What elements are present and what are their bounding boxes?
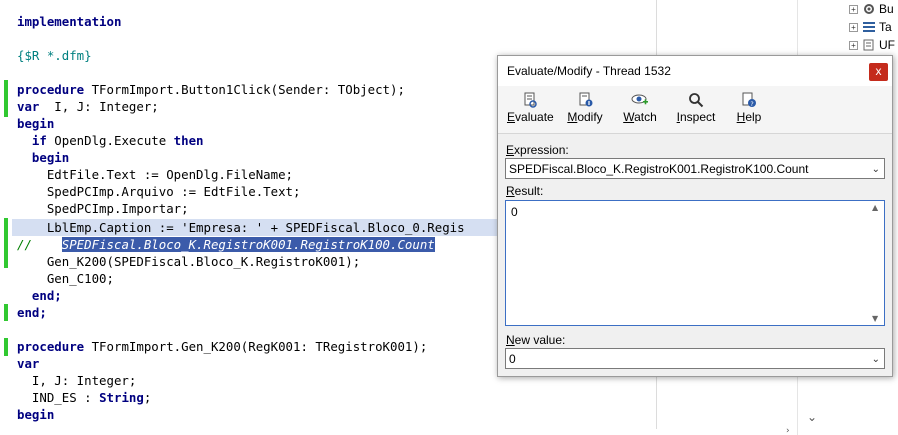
change-marker — [4, 80, 8, 117]
structure-item-label: UF — [879, 38, 895, 52]
modify-button[interactable]: Modify — [565, 92, 605, 130]
structure-item[interactable]: + Bu — [827, 0, 894, 18]
expression-label: Expression: — [506, 143, 569, 157]
svg-text:?: ? — [750, 100, 753, 108]
watch-button[interactable]: Watch — [620, 92, 660, 130]
code-line: Gen_K200(SPEDFiscal.Bloco_K.RegistroK001… — [17, 254, 361, 269]
inspect-icon — [689, 93, 704, 108]
unit-icon — [863, 39, 874, 51]
help-icon: ? — [742, 92, 756, 108]
code-line: end; — [17, 288, 62, 303]
code-line: procedure TFormImport.Button1Click(Sende… — [17, 82, 405, 97]
code-line: implementation — [17, 14, 122, 29]
code-line: end; — [17, 305, 47, 320]
new-value: 0 — [509, 352, 516, 366]
selected-text: SPEDFiscal.Bloco_K.RegistroK001.Registro… — [61, 237, 435, 252]
result-value: 0 — [511, 205, 518, 219]
structure-item-label: Ta — [879, 20, 892, 34]
editor-horizontal-scrollbar[interactable] — [12, 429, 797, 435]
code-line: EdtFile.Text := OpenDlg.FileName; — [17, 167, 294, 182]
dialog-titlebar[interactable]: Evaluate/Modify - Thread 1532 x — [498, 56, 892, 86]
structure-item-label: Bu — [879, 2, 894, 16]
scroll-right-icon[interactable]: › — [786, 426, 790, 435]
change-marker — [4, 218, 8, 268]
watch-icon — [631, 94, 648, 105]
scroll-down-icon[interactable]: ⌄ — [807, 410, 817, 424]
close-icon: x — [875, 64, 882, 78]
dialog-title: Evaluate/Modify - Thread 1532 — [507, 64, 671, 78]
editor-gutter — [0, 0, 12, 435]
structure-item[interactable]: + Ta — [827, 18, 892, 36]
expand-icon[interactable]: + — [849, 4, 858, 14]
modify-icon — [579, 92, 593, 107]
result-textarea[interactable]: 0 ▲ ▼ — [505, 200, 885, 326]
code-line: begin — [17, 407, 55, 422]
code-line: SpedPCImp.Importar; — [17, 201, 189, 216]
evaluate-button[interactable]: Evaluate — [507, 92, 554, 130]
code-line: var — [17, 356, 40, 371]
change-marker — [4, 338, 8, 356]
result-label: Result: — [506, 184, 544, 198]
dialog-toolbar: Evaluate Modify Watch Inspect ? Help — [498, 86, 892, 134]
code-line-comment: // SPEDFiscal.Bloco_K.RegistroK001.Regis… — [17, 237, 435, 252]
code-line: SpedPCImp.Arquivo := EdtFile.Text; — [17, 184, 301, 199]
structure-item[interactable]: + UF — [827, 36, 895, 54]
code-line: var I, J: Integer; — [17, 99, 159, 114]
new-value-label: New value: — [506, 333, 566, 347]
change-marker — [4, 304, 8, 321]
new-value-input[interactable]: 0 ⌄ — [505, 348, 885, 369]
scroll-down-icon[interactable]: ▼ — [872, 314, 878, 323]
chevron-down-icon[interactable]: ⌄ — [872, 354, 880, 365]
expression-input[interactable]: SPEDFiscal.Bloco_K.RegistroK001.Registro… — [505, 158, 885, 179]
evaluate-modify-dialog: Evaluate/Modify - Thread 1532 x Evaluate… — [497, 55, 893, 377]
gear-icon — [864, 4, 874, 14]
stack-icon — [863, 22, 875, 32]
code-line: begin — [17, 116, 55, 131]
scroll-up-icon[interactable]: ▲ — [872, 203, 878, 212]
evaluate-icon — [524, 92, 537, 108]
code-line: begin — [17, 150, 70, 165]
code-line: procedure TFormImport.Gen_K200(RegK001: … — [17, 339, 428, 354]
code-line: Gen_C100; — [17, 271, 114, 286]
inspect-button[interactable]: Inspect — [674, 92, 718, 130]
code-line-current: LblEmp.Caption := 'Empresa: ' + SPEDFisc… — [17, 220, 465, 235]
code-line: IND_ES : String; — [17, 390, 152, 405]
expand-icon[interactable]: + — [849, 40, 858, 50]
close-button[interactable]: x — [869, 63, 888, 81]
code-line: I, J: Integer; — [17, 373, 137, 388]
result-scrollbar[interactable]: ▲ ▼ — [869, 201, 884, 325]
code-line: {$R *.dfm} — [17, 48, 92, 63]
chevron-down-icon[interactable]: ⌄ — [872, 164, 880, 175]
help-button[interactable]: ? Help — [734, 92, 764, 130]
expression-value: SPEDFiscal.Bloco_K.RegistroK001.Registro… — [509, 162, 809, 176]
expand-icon[interactable]: + — [849, 22, 858, 32]
code-line: if OpenDlg.Execute then — [17, 133, 204, 148]
